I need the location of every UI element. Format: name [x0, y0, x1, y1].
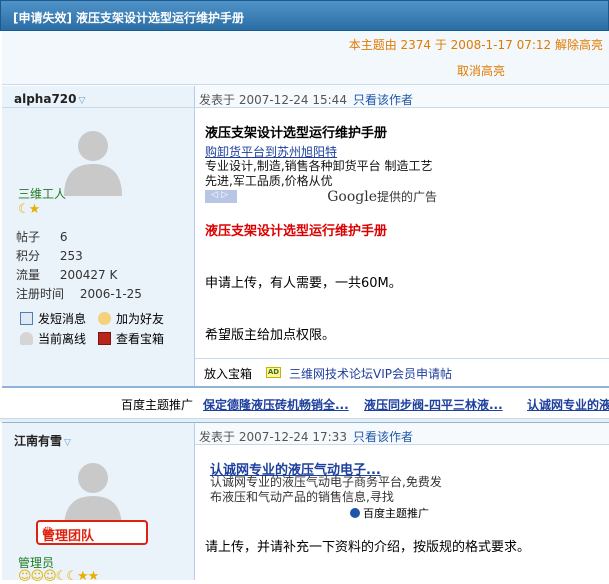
treasure-box-icon: [98, 332, 111, 345]
post1-avatar[interactable]: [60, 124, 126, 196]
view-treasure-button[interactable]: 查看宝箱: [98, 330, 164, 347]
post1-body-line-1: 申请上传，有人需要，一共60M。: [205, 276, 402, 291]
post1-stat-traffic: 流量 200427 K: [16, 268, 118, 282]
post1-bottom-border: [2, 386, 609, 388]
chevron-down-icon[interactable]: ▽: [64, 438, 71, 448]
post1-user-stats: 帖子 6 积分 253 流量 200427 K 注册时间 2006-1-25: [16, 228, 142, 304]
post1-stat-regdate: 注册时间 2006-1-25: [16, 287, 142, 301]
thread-title: 液压支架设计选型运行维护手册: [75, 11, 244, 25]
post2-author-bar: 江南有雪 ▽: [2, 423, 194, 448]
thread-status-tag: [申请失效]: [13, 11, 72, 25]
post2-body-line-1: 请上传，并请补充一下资料的介绍，按版规的格式要求。: [205, 540, 531, 555]
post1-stat-posts: 帖子 6: [16, 230, 68, 244]
post2-meta-bar: 发表于 2007-12-24 17:33 只看该作者: [195, 423, 609, 445]
offline-status: 当前离线: [20, 330, 86, 347]
post2-author-panel: 江南有雪 ▽ 管理员 ☺☺☺☾☾★★: [2, 422, 195, 584]
post1-body-line-2: 希望版主给加点权限。: [205, 328, 336, 343]
promo-label: 百度主题推广: [121, 398, 194, 412]
post1-google-ad: 购卸货平台到苏州旭阳特 专业设计,制造,销售各种卸货平台 制造工艺先进,军工品质…: [205, 143, 437, 205]
post1-meta-bar: 发表于 2007-12-24 15:44 只看该作者: [195, 86, 609, 108]
baidu-paw-icon: [350, 508, 360, 518]
post1-ad-link[interactable]: 购卸货平台到苏州旭阳特: [205, 143, 337, 160]
post2-avatar[interactable]: [60, 456, 126, 528]
crown-icon: ♛: [42, 525, 54, 540]
add-user-icon: [98, 312, 111, 325]
post1-author-name[interactable]: alpha720 ▽: [14, 92, 85, 106]
post1-red-title: 液压支架设计选型运行维护手册: [205, 224, 388, 239]
promo-link-1[interactable]: 保定德隆液压砖机畅销全...: [203, 396, 349, 413]
post1-author-panel: alpha720 ▽ 三维工人 ☾★ 帖子 6 积分 253 流量 200427 …: [2, 86, 195, 387]
ad-nav-arrows-icon[interactable]: ◁▷: [205, 190, 237, 203]
highlight-status-text: 本主题由 2374 于 2008-1-17 07:12 解除高亮: [348, 38, 603, 52]
offline-user-icon: [20, 332, 33, 345]
post1-rank-stars: ☾★: [18, 202, 40, 217]
promo-link-2[interactable]: 液压同步阀-四平三林液...: [364, 396, 503, 413]
post1-ad-text: 专业设计,制造,销售各种卸货平台 制造工艺先进,军工品质,价格从优: [205, 159, 433, 188]
chevron-down-icon[interactable]: ▽: [79, 96, 86, 106]
post2-ad-footer[interactable]: 百度主题推广: [350, 505, 429, 521]
post1-stat-points: 积分 253: [16, 249, 83, 263]
post2-only-author-link[interactable]: 只看该作者: [353, 430, 413, 444]
post1-title: 液压支架设计选型运行维护手册: [205, 126, 388, 141]
post2-rank-stars: ☺☺☺☾☾★★: [18, 569, 99, 584]
post1-author-bar: alpha720 ▽: [2, 86, 194, 108]
management-team-badge: 管理团队 ♛: [36, 520, 148, 545]
post1-ad-provider: Google提供的广告: [327, 189, 437, 205]
envelope-icon: [20, 312, 33, 325]
thread-title-bar: [申请失效] 液压支架设计选型运行维护手册: [0, 0, 609, 31]
vip-apply-link[interactable]: 三维网技术论坛VIP会员申请帖: [289, 365, 452, 382]
post1-only-author-link[interactable]: 只看该作者: [353, 93, 413, 107]
send-message-button[interactable]: 发短消息: [20, 310, 86, 327]
post2-author-name[interactable]: 江南有雪 ▽: [14, 432, 71, 449]
post2-ad-text: 认诚网专业的液压气动电子商务平台,免费发布液压和气动产品的销售信息,寻找: [210, 475, 442, 504]
thread-page: [申请失效] 液压支架设计选型运行维护手册 本主题由 2374 于 2008-1-…: [0, 0, 609, 584]
post2-date: 发表于 2007-12-24 17:33: [199, 430, 347, 444]
highlight-row: 本主题由 2374 于 2008-1-17 07:12 解除高亮 取消高亮: [2, 31, 609, 85]
promo-link-3[interactable]: 认诚网专业的液: [527, 396, 609, 413]
put-in-treasure-button[interactable]: 放入宝箱: [204, 365, 252, 382]
baidu-promo-strip: 百度主题推广 保定德隆液压砖机畅销全... 液压同步阀-四平三林液... 认诚网…: [0, 392, 609, 414]
post1-bottom-bar: 放入宝箱 AD 三维网技术论坛VIP会员申请帖: [195, 358, 609, 386]
add-friend-button[interactable]: 加为好友: [98, 310, 164, 327]
post1-user-rank: 三维工人: [18, 187, 67, 201]
cancel-highlight-link[interactable]: 取消高亮: [457, 62, 505, 79]
post1-date: 发表于 2007-12-24 15:44: [199, 93, 347, 107]
ad-badge-icon: AD: [266, 367, 281, 378]
